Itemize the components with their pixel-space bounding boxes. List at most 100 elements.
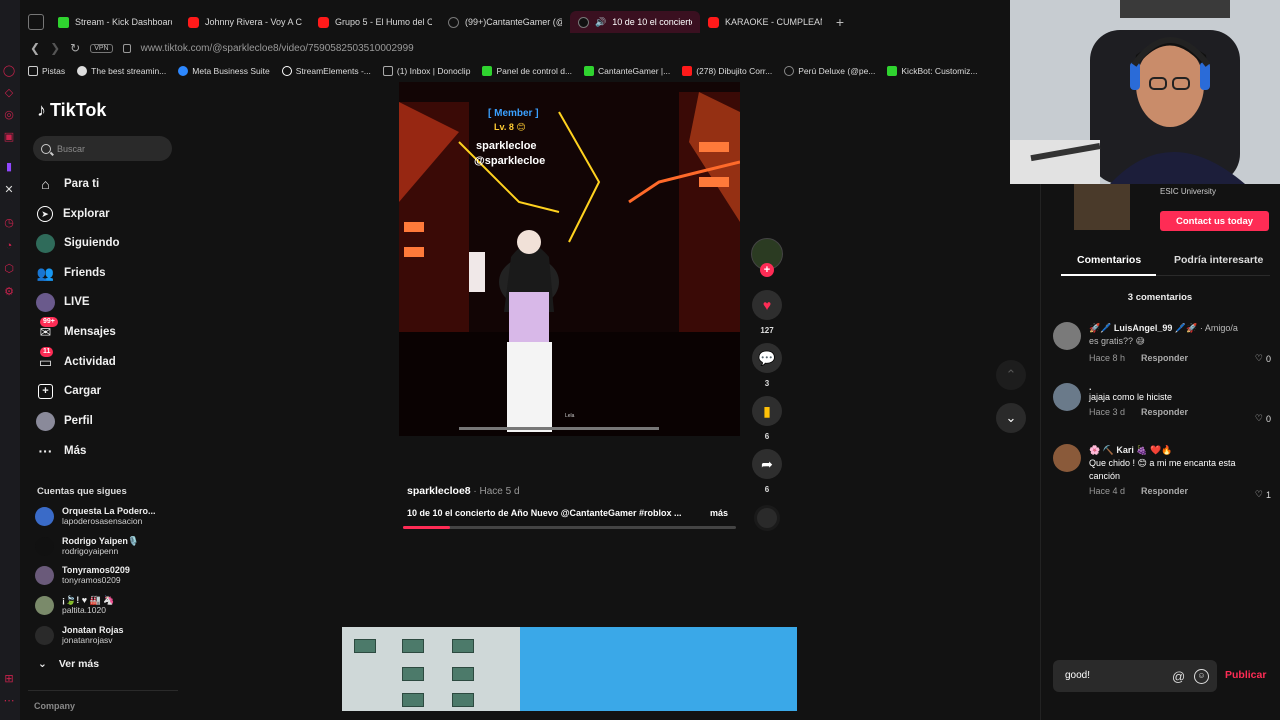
- ad-contact-button[interactable]: Contact us today: [1160, 211, 1269, 231]
- url-field[interactable]: www.tiktok.com/@sparklecloe8/video/75905…: [141, 43, 414, 54]
- tiktok-logo[interactable]: ♪ TikTok: [37, 100, 106, 121]
- save-button[interactable]: ▮ 6: [750, 396, 784, 441]
- following-account[interactable]: Rodrigo Yaipen🎙️ rodrigoyaipenn: [35, 533, 139, 559]
- video-author[interactable]: sparklecloe8 · Hace 5 d: [407, 485, 520, 497]
- vpn-badge[interactable]: VPN: [90, 43, 113, 53]
- share-button[interactable]: ➦ 6: [750, 449, 784, 494]
- avatar[interactable]: [1053, 383, 1081, 411]
- settings-icon[interactable]: ⚙: [2, 285, 16, 299]
- tab-kick-dashboard[interactable]: Stream - Kick Dashboard: [50, 11, 180, 33]
- nav-para-ti[interactable]: ⌂ Para ti: [36, 173, 99, 195]
- nav-label: Mensajes: [64, 326, 116, 338]
- comment-like-button[interactable]: ♡ 0: [1255, 353, 1271, 364]
- next-video-button[interactable]: ⌄: [996, 403, 1026, 433]
- extensions-icon[interactable]: ⊞: [2, 672, 16, 686]
- nav-perfil[interactable]: Perfil: [36, 410, 93, 432]
- nav-actividad[interactable]: ▭ 11 Actividad: [36, 346, 116, 373]
- follow-button[interactable]: +: [760, 263, 774, 277]
- following-account[interactable]: Orquesta La Podero... lapoderosasensacion: [35, 503, 156, 529]
- see-more-button[interactable]: ⌄ Ver más: [38, 658, 99, 670]
- nav-siguiendo[interactable]: Siguiendo: [36, 232, 120, 254]
- reload-icon[interactable]: ↻: [70, 41, 80, 55]
- music-disc-icon[interactable]: [754, 505, 780, 531]
- opera-icon[interactable]: ◯: [2, 64, 16, 78]
- ai-icon[interactable]: ◇: [2, 86, 16, 100]
- twitch-icon[interactable]: ▮: [2, 160, 16, 174]
- avatar[interactable]: [1053, 322, 1081, 350]
- speaker-icon[interactable]: 🔊: [595, 17, 606, 28]
- nav-explorar[interactable]: ➤ Explorar: [36, 203, 110, 225]
- caption-more-button[interactable]: más: [710, 508, 728, 518]
- new-tab-button[interactable]: +: [830, 14, 850, 30]
- comment-button[interactable]: 💬 3: [750, 343, 784, 388]
- comment-body: 🌸 ⛏️ Kari 🍇 ❤️🔥 Que chido ! 😊 a mi me en…: [1089, 444, 1269, 498]
- bookmark-label: Panel de control d...: [496, 66, 573, 76]
- bookmark-item[interactable]: The best streamin...: [77, 66, 166, 76]
- tab-cantantegamer[interactable]: (99+)CantanteGamer (@c: [440, 11, 570, 33]
- bookmark-item[interactable]: Panel de control d...: [482, 66, 572, 76]
- kick-icon: [58, 16, 69, 28]
- video-player[interactable]: [ Member ] Lv. 8 😊 sparklecloe @sparklec…: [399, 82, 740, 436]
- more-dots-icon[interactable]: ⋯: [2, 694, 16, 708]
- mention-icon[interactable]: @: [1172, 669, 1185, 684]
- bookmark-item[interactable]: KickBot: Customiz...: [887, 66, 977, 76]
- bookmark-item[interactable]: CantanteGamer |...: [584, 66, 670, 76]
- video-progress[interactable]: [403, 526, 736, 529]
- comment-user[interactable]: 🚀🖊️ LuisAngel_99 🖊️🚀: [1089, 323, 1197, 333]
- reply-button[interactable]: Responder: [1141, 406, 1188, 419]
- bookmark-item[interactable]: StreamElements -...: [281, 66, 371, 76]
- bookmark-item[interactable]: Perú Deluxe (@pe...: [784, 66, 875, 76]
- bookmark-item[interactable]: Pistas: [28, 66, 65, 76]
- following-account[interactable]: Tonyramos0209 tonyramos0209: [35, 562, 130, 588]
- nav-cargar[interactable]: + Cargar: [36, 380, 101, 402]
- reply-button[interactable]: Responder: [1141, 485, 1188, 498]
- comment-user[interactable]: 🌸 ⛏️ Kari 🍇 ❤️🔥: [1089, 444, 1269, 457]
- search-input[interactable]: Buscar: [33, 136, 172, 161]
- tab-comments[interactable]: Comentarios: [1077, 254, 1141, 266]
- previous-video-button[interactable]: ⌃: [996, 360, 1026, 390]
- bookmark-label: Perú Deluxe (@pe...: [798, 66, 876, 76]
- next-video-preview[interactable]: [342, 627, 797, 711]
- ad-thumbnail[interactable]: [1074, 184, 1130, 230]
- comment-input[interactable]: [1065, 670, 1165, 681]
- nav-mensajes[interactable]: ✉ 99+ Mensajes: [36, 316, 116, 343]
- clock-icon[interactable]: ◔: [2, 239, 16, 253]
- comment-input-box[interactable]: [1053, 660, 1217, 692]
- footer-company[interactable]: Company: [34, 701, 75, 711]
- comment-item: . jajaja como le hiciste Hace 3 d Respond…: [1053, 383, 1271, 424]
- nav-mas[interactable]: ··· Más: [36, 440, 87, 462]
- bookmark-item[interactable]: (278) Dibujito Corr...: [682, 66, 772, 76]
- nav-live[interactable]: LIVE: [36, 291, 90, 313]
- bookmark-item[interactable]: (1) Inbox | Donoclip: [382, 66, 470, 76]
- forward-icon[interactable]: ❯: [50, 41, 60, 55]
- lock-icon[interactable]: [122, 43, 131, 53]
- nav-friends[interactable]: 👥 Friends: [36, 262, 106, 284]
- back-icon[interactable]: ❮: [30, 41, 40, 55]
- x-icon[interactable]: ✕: [2, 183, 16, 197]
- tab-active-concierto[interactable]: 🔊 10 de 10 el concierto d: [570, 11, 700, 33]
- following-account[interactable]: Jonatan Rojas jonatanrojasv: [35, 622, 124, 648]
- comment-like-button[interactable]: ♡ 1: [1255, 489, 1271, 500]
- emoji-icon[interactable]: ☺: [1194, 669, 1209, 684]
- bookmark-label: CantanteGamer |...: [598, 66, 671, 76]
- instagram-icon[interactable]: ▣: [2, 130, 16, 144]
- messenger-icon[interactable]: ◎: [2, 108, 16, 122]
- workspace-icon[interactable]: [28, 14, 44, 30]
- tab-karaoke[interactable]: KARAOKE - CUMPLEAÑOS: [700, 11, 830, 33]
- share-count: 6: [764, 485, 770, 494]
- like-button[interactable]: ♥ 127: [750, 290, 784, 335]
- following-account[interactable]: ¡🍃! ♥ 🏭 🦄 paltita.1020: [35, 592, 114, 618]
- cube-icon[interactable]: ⬡: [2, 262, 16, 276]
- tab-recommended[interactable]: Podría interesarte: [1174, 254, 1263, 266]
- publish-button[interactable]: Publicar: [1225, 669, 1266, 681]
- reply-button[interactable]: Responder: [1141, 352, 1188, 365]
- comment-like-button[interactable]: ♡ 0: [1255, 413, 1271, 424]
- avatar[interactable]: [1053, 444, 1081, 472]
- history-icon[interactable]: ◷: [2, 216, 16, 230]
- comment-body: . jajaja como le hiciste Hace 3 d Respond…: [1089, 383, 1269, 419]
- tab-johnny-rivera[interactable]: Johnny Rivera - Voy A Co: [180, 11, 310, 33]
- avatar: [35, 536, 54, 556]
- bookmark-item[interactable]: Meta Business Suite: [178, 66, 270, 76]
- comment-user[interactable]: .: [1089, 383, 1269, 392]
- tab-grupo5[interactable]: Grupo 5 - El Humo del Cig: [310, 11, 440, 33]
